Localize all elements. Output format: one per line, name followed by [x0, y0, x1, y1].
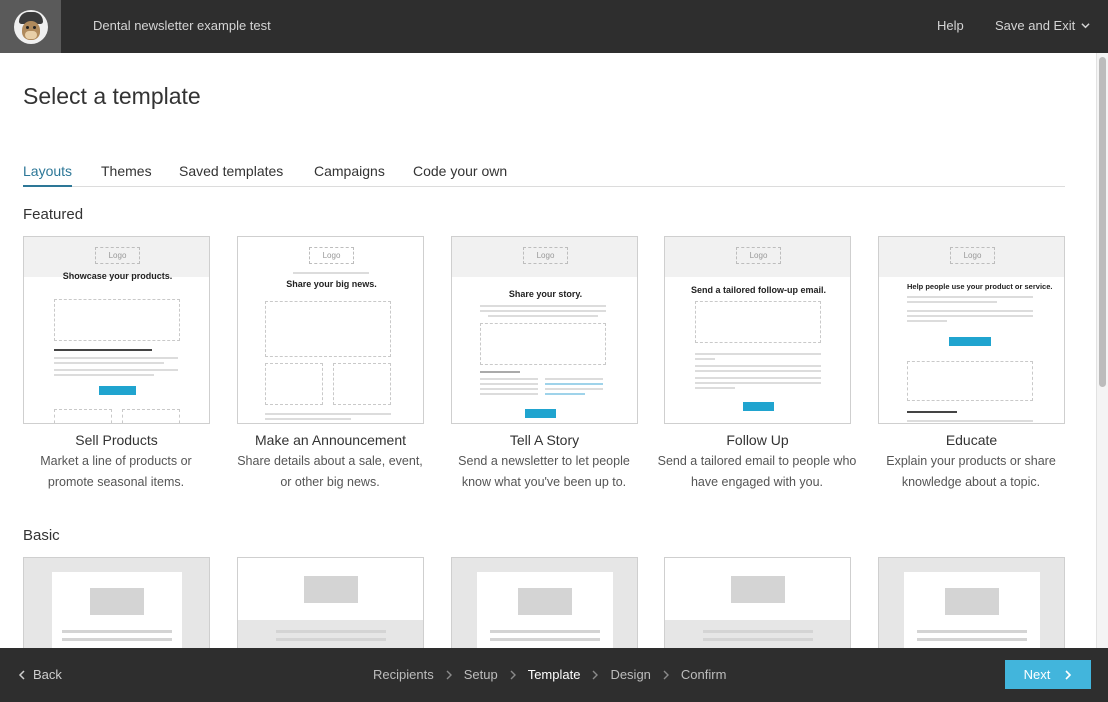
chevron-right-icon	[662, 670, 670, 680]
footer-bar: Back Recipients Setup Template Design Co…	[0, 648, 1108, 702]
back-button[interactable]: Back	[18, 667, 62, 682]
preview-logo: Logo	[95, 247, 140, 264]
mailchimp-logo[interactable]	[0, 0, 61, 53]
basic-template-card[interactable]	[23, 557, 210, 648]
tab-code-your-own[interactable]: Code your own	[413, 163, 507, 185]
tab-saved-templates[interactable]: Saved templates	[179, 163, 283, 185]
basic-template-card[interactable]	[664, 557, 851, 648]
template-card-follow-up[interactable]: Logo Send a tailored follow-up email.	[664, 236, 851, 424]
basic-template-card[interactable]	[878, 557, 1065, 648]
template-card-sell-products[interactable]: Logo Showcase your products.	[23, 236, 210, 424]
chevron-left-icon	[18, 669, 25, 680]
template-card-tell-a-story[interactable]: Logo Share your story.	[451, 236, 638, 424]
breadcrumb: Recipients Setup Template Design Confirm	[373, 667, 726, 682]
basic-template-card[interactable]	[237, 557, 424, 648]
campaign-title: Dental newsletter example test	[93, 18, 271, 33]
featured-section-title: Featured	[23, 206, 84, 223]
breadcrumb-recipients[interactable]: Recipients	[373, 667, 434, 682]
save-and-exit-label: Save and Exit	[995, 18, 1076, 33]
breadcrumb-setup[interactable]: Setup	[464, 667, 498, 682]
chevron-right-icon	[445, 670, 453, 680]
next-button[interactable]: Next	[1005, 660, 1091, 689]
chevron-right-icon	[591, 670, 599, 680]
top-bar: Dental newsletter example test Help Save…	[0, 0, 1108, 53]
preview-logo: Logo	[309, 247, 354, 264]
image-placeholder	[54, 299, 180, 341]
template-description: Send a newsletter to let people know wha…	[458, 454, 630, 489]
tab-themes[interactable]: Themes	[101, 163, 152, 185]
template-tabs: Layouts Themes Saved templates Campaigns…	[23, 163, 1065, 187]
template-description: Explain your products or share knowledge…	[886, 454, 1056, 489]
preview-logo: Logo	[523, 247, 568, 264]
preview-title: Help people use your product or service.	[907, 282, 1053, 291]
template-description: Share details about a sale, event, or ot…	[237, 454, 423, 489]
template-name: Follow Up	[726, 432, 789, 448]
preview-title: Share your big news.	[286, 279, 377, 289]
save-and-exit-menu[interactable]: Save and Exit	[995, 18, 1090, 33]
template-card-educate[interactable]: Logo Help people use your product or ser…	[878, 236, 1065, 424]
chevron-right-icon	[1065, 669, 1072, 680]
preview-logo: Logo	[736, 247, 781, 264]
next-label: Next	[1023, 667, 1051, 682]
preview-button	[525, 409, 556, 418]
image-placeholder	[480, 323, 606, 365]
template-description: Market a line of products or promote sea…	[40, 454, 192, 489]
help-link[interactable]: Help	[937, 18, 964, 33]
preview-button	[949, 337, 991, 346]
scrollbar-thumb[interactable]	[1099, 57, 1106, 387]
chevron-right-icon	[509, 670, 517, 680]
breadcrumb-design[interactable]: Design	[610, 667, 650, 682]
template-description: Send a tailored email to people who have…	[657, 454, 857, 489]
preview-title: Showcase your products.	[62, 271, 173, 281]
preview-title: Send a tailored follow-up email.	[690, 285, 827, 295]
template-name: Tell A Story	[509, 432, 580, 448]
preview-title: Share your story.	[508, 289, 583, 299]
template-name: Make an Announcement	[255, 432, 406, 448]
preview-button	[743, 402, 774, 411]
tab-layouts[interactable]: Layouts	[23, 163, 73, 187]
basic-template-card[interactable]	[451, 557, 638, 648]
image-placeholder	[695, 301, 821, 343]
preview-button	[99, 386, 136, 395]
chimp-icon	[13, 9, 48, 44]
template-card-make-an-announcement[interactable]: Logo Share your big news.	[237, 236, 424, 424]
back-label: Back	[33, 667, 62, 682]
chevron-down-icon	[1081, 23, 1090, 29]
tab-campaigns[interactable]: Campaigns	[314, 163, 385, 185]
main-content: Select a template Layouts Themes Saved t…	[0, 53, 1096, 648]
basic-section-title: Basic	[23, 527, 60, 544]
vertical-scrollbar[interactable]	[1096, 53, 1108, 648]
image-placeholder	[907, 361, 1033, 401]
template-name: Educate	[945, 432, 998, 448]
template-name: Sell Products	[75, 432, 158, 448]
image-placeholder	[265, 301, 391, 357]
page-title: Select a template	[23, 83, 201, 109]
preview-logo: Logo	[950, 247, 995, 264]
breadcrumb-confirm[interactable]: Confirm	[681, 667, 727, 682]
breadcrumb-template[interactable]: Template	[528, 667, 581, 682]
